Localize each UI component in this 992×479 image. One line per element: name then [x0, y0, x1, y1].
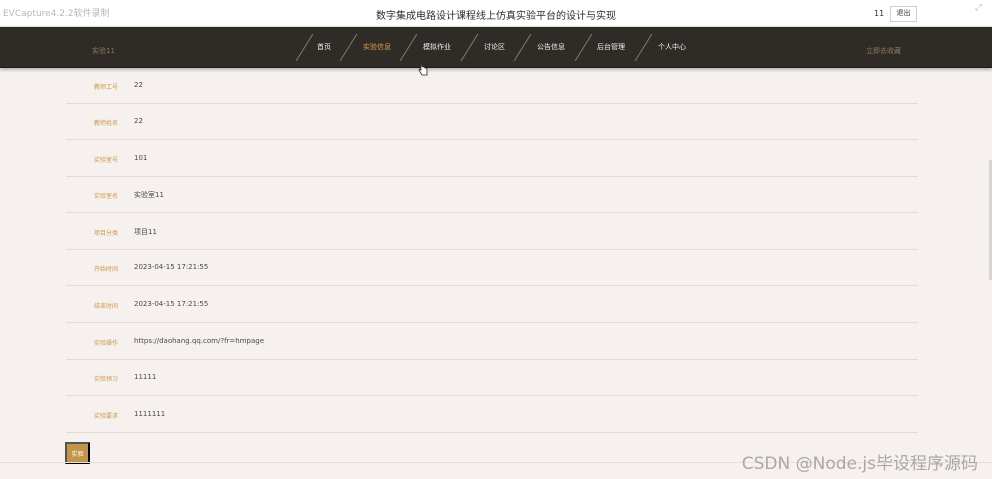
row-label: 开始时间 [94, 266, 119, 273]
row-value: 项目11 [134, 228, 157, 236]
detail-row-lab-name: 实验室名 实验室11 [66, 177, 918, 213]
nav-item-profile[interactable]: 个人中心 [658, 42, 686, 52]
nav-separator [460, 34, 479, 61]
row-value: 22 [134, 117, 143, 125]
site-title: 数字集成电路设计课程线上仿真实验平台的设计与实现 [376, 11, 616, 22]
row-value[interactable]: https://daohang.qq.com/?fr=hmpage [134, 337, 264, 345]
detail-row-operation: 实验操作 https://daohang.qq.com/?fr=hmpage [66, 324, 918, 360]
row-label: 教师姓名 [94, 120, 119, 127]
user-name: 11 [874, 9, 885, 18]
nav-separator [513, 34, 532, 61]
row-label: 项目分类 [94, 230, 119, 237]
row-label: 教师工号 [94, 84, 119, 91]
logout-button[interactable]: 退出 [890, 6, 917, 22]
nav-separator [634, 34, 653, 61]
row-value: 22 [134, 81, 143, 89]
main-nav: 实验11 首页 实验信息 模拟作业 讨论区 公告信息 后台管理 个人中心 立即去… [0, 27, 992, 68]
row-label: 实验室名 [94, 193, 119, 200]
experiment-button[interactable]: 实验 [65, 442, 90, 464]
row-label: 实验要求 [94, 413, 119, 420]
row-label: 实验操作 [94, 340, 119, 347]
detail-row-start-time: 开始时间 2023-04-15 17:21:55 [66, 250, 918, 286]
nav-item-home[interactable]: 首页 [317, 42, 331, 52]
nav-item-homework[interactable]: 模拟作业 [423, 42, 451, 52]
row-label: 实验预习 [94, 376, 119, 383]
page-heading: 实验11 [92, 47, 115, 55]
nav-separator [339, 34, 358, 61]
detail-row-project-category: 项目分类 项目11 [66, 214, 918, 250]
nav-item-forum[interactable]: 讨论区 [484, 42, 505, 52]
detail-row-teacher-name: 教师姓名 22 [66, 104, 918, 140]
expand-icon[interactable]: ⤢ [975, 3, 982, 13]
nav-item-admin[interactable]: 后台管理 [597, 42, 625, 52]
row-value: 2023-04-15 17:21:55 [134, 263, 209, 271]
row-label: 结束时间 [94, 303, 119, 310]
nav-separator [295, 34, 314, 61]
row-value: 1111111 [134, 410, 166, 418]
nav-separator [399, 34, 418, 61]
row-value: 2023-04-15 17:21:55 [134, 300, 209, 308]
row-label: 实验室号 [94, 157, 119, 164]
window-title-bar: EVCapture4.2.2软件录制 数字集成电路设计课程线上仿真实验平台的设计… [0, 0, 992, 27]
row-value: 11111 [134, 373, 157, 381]
nav-item-experiments[interactable]: 实验信息 [363, 42, 391, 52]
detail-row-preview: 实验预习 11111 [66, 360, 918, 396]
detail-row-end-time: 结束时间 2023-04-15 17:21:55 [66, 287, 918, 323]
detail-row-requirements: 实验要求 1111111 [66, 397, 918, 433]
detail-row-teacher-id: 教师工号 22 [66, 68, 918, 104]
watermark: CSDN @Node.js毕设程序源码 [741, 454, 978, 474]
detail-row-lab-number: 实验室号 101 [66, 141, 918, 177]
row-value: 实验室11 [134, 191, 164, 199]
row-value: 101 [134, 154, 148, 162]
favorite-link[interactable]: 立即去收藏 [866, 46, 901, 56]
nav-item-announcements[interactable]: 公告信息 [537, 42, 565, 52]
nav-separator [574, 34, 593, 61]
